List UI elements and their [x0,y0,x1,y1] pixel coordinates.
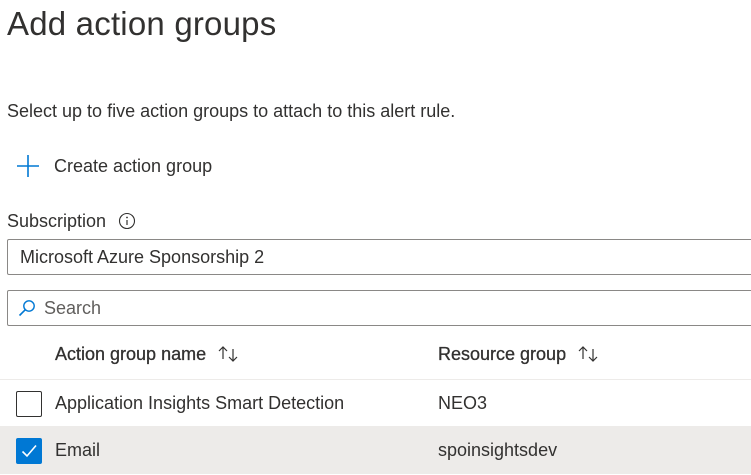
column-header-action-group-name[interactable]: Action group name [55,343,240,365]
action-groups-table: Action group name Resource group Applica… [0,328,751,474]
action-group-name-cell: Email [55,440,101,460]
column-header-label: Resource group [438,343,567,364]
sort-arrows-icon [576,345,600,363]
info-icon[interactable] [118,212,136,230]
resource-group-cell: NEO3 [438,393,488,413]
search-input[interactable] [44,297,724,319]
table-row[interactable]: Application Insights Smart Detection NEO… [0,380,751,427]
resource-group-cell: spoinsightsdev [438,440,558,460]
page-description: Select up to five action groups to attac… [7,101,456,121]
add-action-groups-panel: Add action groups Select up to five acti… [0,0,751,475]
subscription-label-row: Subscription [7,210,136,232]
action-group-name-cell: Application Insights Smart Detection [55,393,345,413]
table-row[interactable]: Email spoinsightsdev [0,427,751,474]
create-action-group-button[interactable]: Create action group [16,151,212,181]
row-checkbox[interactable] [16,391,42,417]
subscription-dropdown[interactable]: Microsoft Azure Sponsorship 2 [7,239,751,275]
search-icon [18,299,36,317]
column-header-label: Action group name [55,343,207,364]
plus-icon [16,154,40,178]
subscription-selected-value: Microsoft Azure Sponsorship 2 [20,246,265,267]
search-box[interactable] [7,290,751,326]
row-checkbox[interactable] [16,438,42,464]
create-action-group-label: Create action group [54,156,213,176]
sort-arrows-icon [216,345,240,363]
column-header-resource-group[interactable]: Resource group [438,343,600,365]
page-title: Add action groups [7,5,277,42]
checkmark-icon [19,441,39,461]
subscription-label: Subscription [7,211,107,231]
table-header: Action group name Resource group [0,328,751,380]
